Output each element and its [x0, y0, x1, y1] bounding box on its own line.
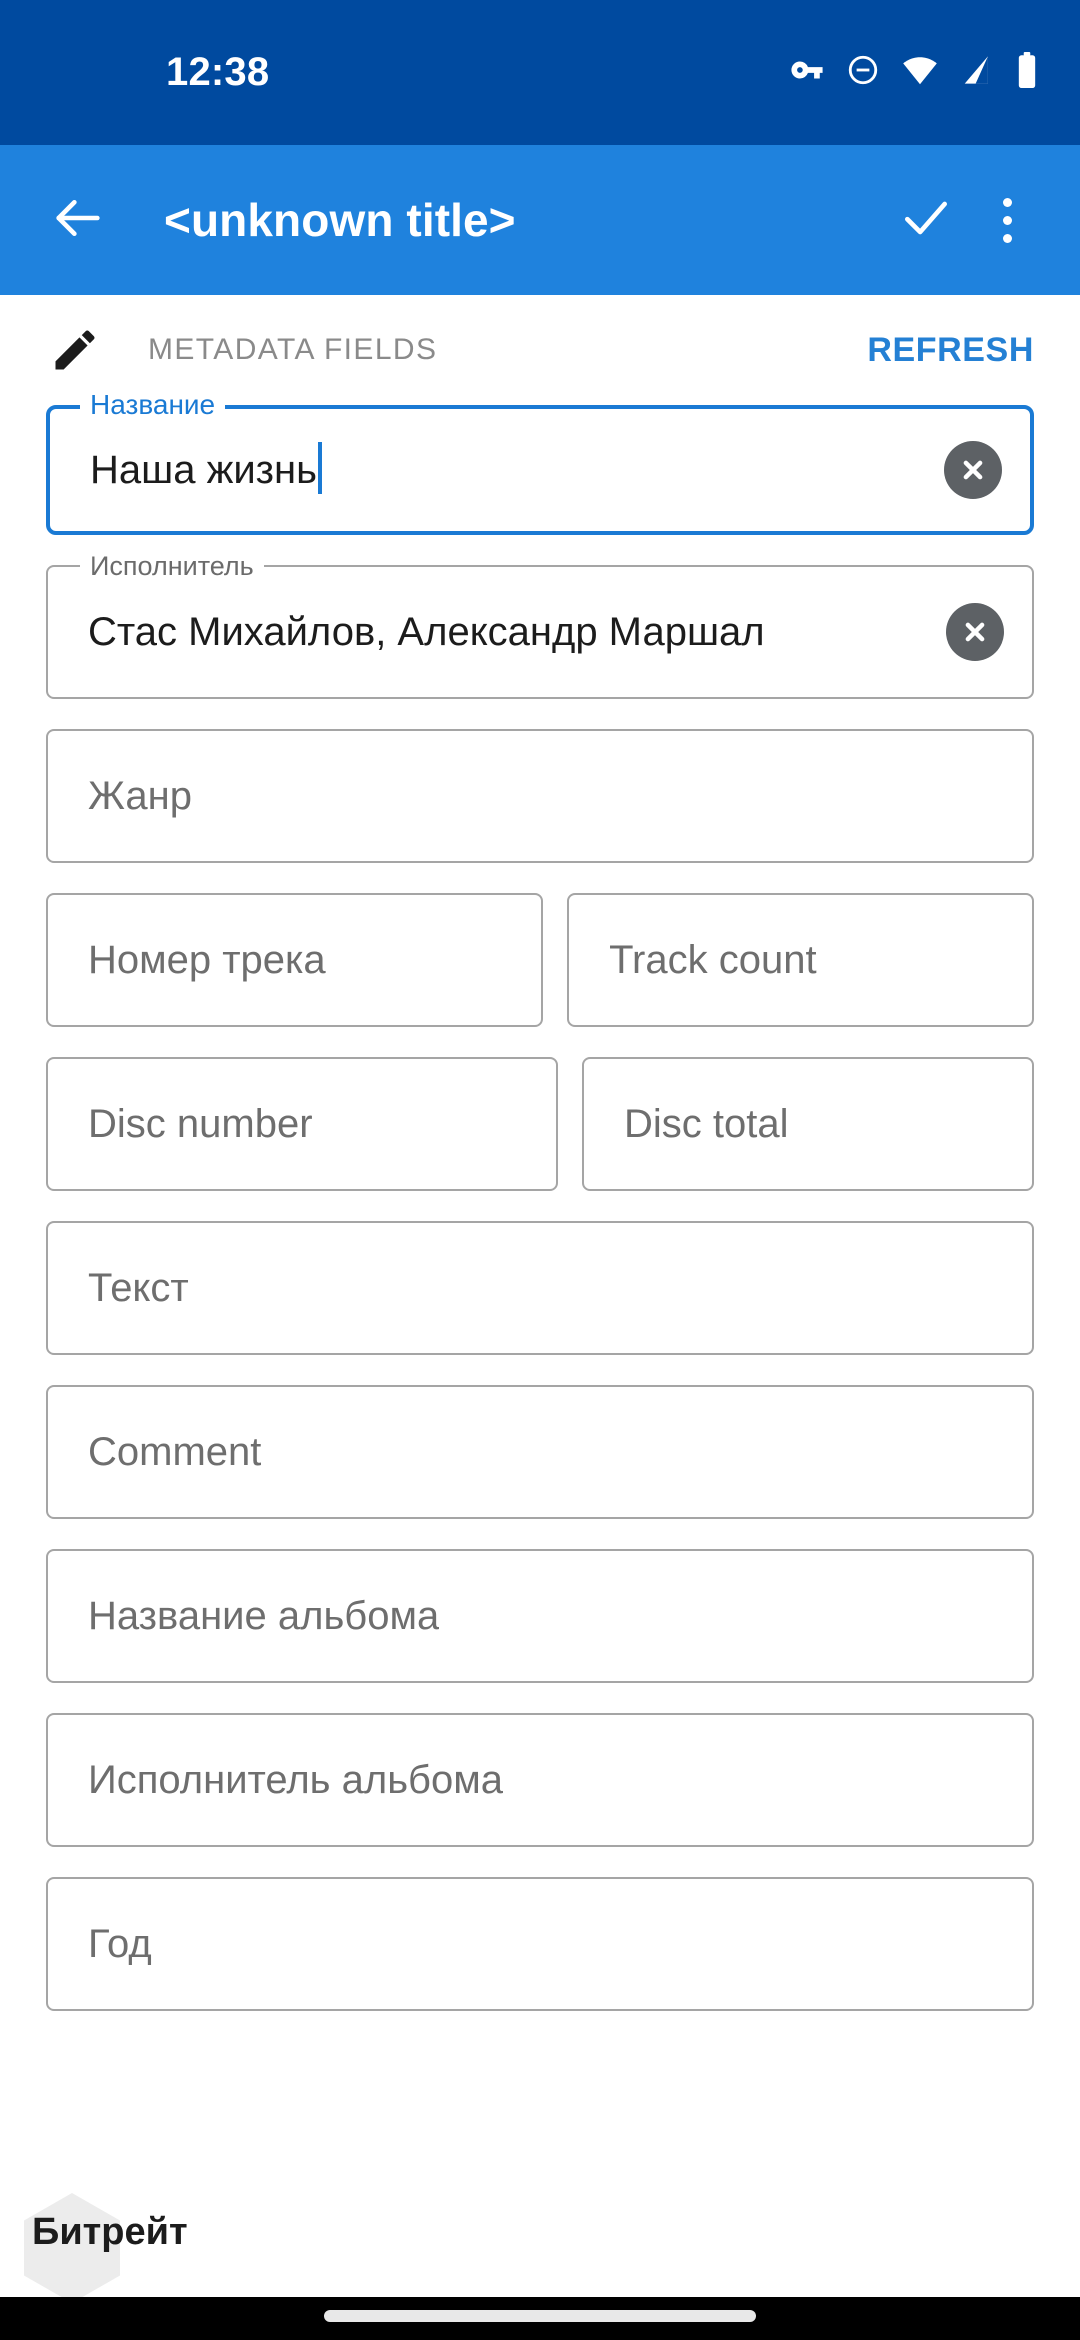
field-artist-value: Стас Михайлов, Александр Маршал [88, 609, 765, 654]
field-album-title[interactable]: Название альбома [46, 1549, 1034, 1683]
fields-container: Название Наша жизнь Исполнитель Стас Мих… [0, 389, 1080, 2011]
track-row: Номер трека Track count [46, 893, 1035, 1057]
bottom-strip: Битрейт [0, 2187, 1080, 2297]
field-track-number[interactable]: Номер трека [46, 893, 544, 1027]
more-vert-icon [1002, 197, 1012, 243]
field-lyrics-placeholder: Текст [88, 1265, 189, 1310]
field-title-label: Название [80, 389, 226, 421]
confirm-button[interactable] [882, 176, 970, 264]
field-disc-number-placeholder: Disc number [88, 1101, 313, 1146]
field-artist-clear-button[interactable] [946, 603, 1004, 661]
field-album-artist[interactable]: Исполнитель альбома [46, 1713, 1034, 1847]
pencil-edit-icon [46, 321, 104, 379]
field-genre[interactable]: Жанр [46, 729, 1034, 863]
field-title-clear-button[interactable] [944, 441, 1002, 499]
field-comment-placeholder: Comment [88, 1429, 262, 1474]
metadata-section-label: METADATA FIELDS [148, 333, 438, 366]
text-caret [317, 442, 322, 494]
field-album-title-placeholder: Название альбома [88, 1593, 440, 1638]
arrow-back-icon [49, 189, 107, 252]
field-lyrics[interactable]: Текст [46, 1221, 1034, 1355]
home-indicator[interactable] [324, 2310, 756, 2322]
wifi-icon [902, 55, 938, 90]
field-title-value: Наша жизнь [90, 447, 317, 492]
navigation-bar [0, 2297, 1080, 2340]
metadata-form-scroll[interactable]: METADATA FIELDS REFRESH Название Наша жи… [0, 295, 1080, 2297]
refresh-button[interactable]: REFRESH [867, 331, 1034, 370]
disc-row: Disc number Disc total [46, 1057, 1035, 1221]
field-comment[interactable]: Comment [46, 1385, 1034, 1519]
field-artist[interactable]: Исполнитель Стас Михайлов, Александр Мар… [46, 550, 1034, 699]
phone-screen: 12:38 <unknown title> METADATA FIELDS RE… [0, 0, 1080, 2340]
page-title: <unknown title> [164, 194, 516, 246]
field-bitrate-label: Битрейт [32, 2211, 188, 2253]
status-icon-group [790, 52, 1038, 93]
check-icon [898, 190, 954, 251]
status-time: 12:38 [166, 50, 270, 94]
vpn-key-icon [790, 53, 824, 92]
field-disc-number[interactable]: Disc number [46, 1057, 559, 1191]
field-title[interactable]: Название Наша жизнь [46, 389, 1034, 535]
battery-icon [1016, 52, 1038, 93]
back-button[interactable] [36, 178, 120, 262]
field-disc-total-placeholder: Disc total [624, 1101, 789, 1146]
field-track-number-placeholder: Номер трека [88, 937, 326, 982]
status-bar: 12:38 [0, 0, 1080, 145]
do-not-disturb-icon [846, 53, 880, 92]
cellular-signal-icon [960, 55, 994, 90]
field-year-placeholder: Год [88, 1921, 152, 1966]
app-bar: <unknown title> [0, 145, 1080, 295]
field-track-count[interactable]: Track count [567, 893, 1035, 1027]
field-track-count-placeholder: Track count [609, 937, 817, 982]
field-artist-label: Исполнитель [80, 550, 264, 582]
field-disc-total[interactable]: Disc total [582, 1057, 1035, 1191]
overflow-menu-button[interactable] [970, 176, 1044, 264]
field-album-artist-placeholder: Исполнитель альбома [88, 1757, 503, 1802]
field-genre-placeholder: Жанр [88, 773, 192, 818]
field-year[interactable]: Год [46, 1877, 1034, 2011]
